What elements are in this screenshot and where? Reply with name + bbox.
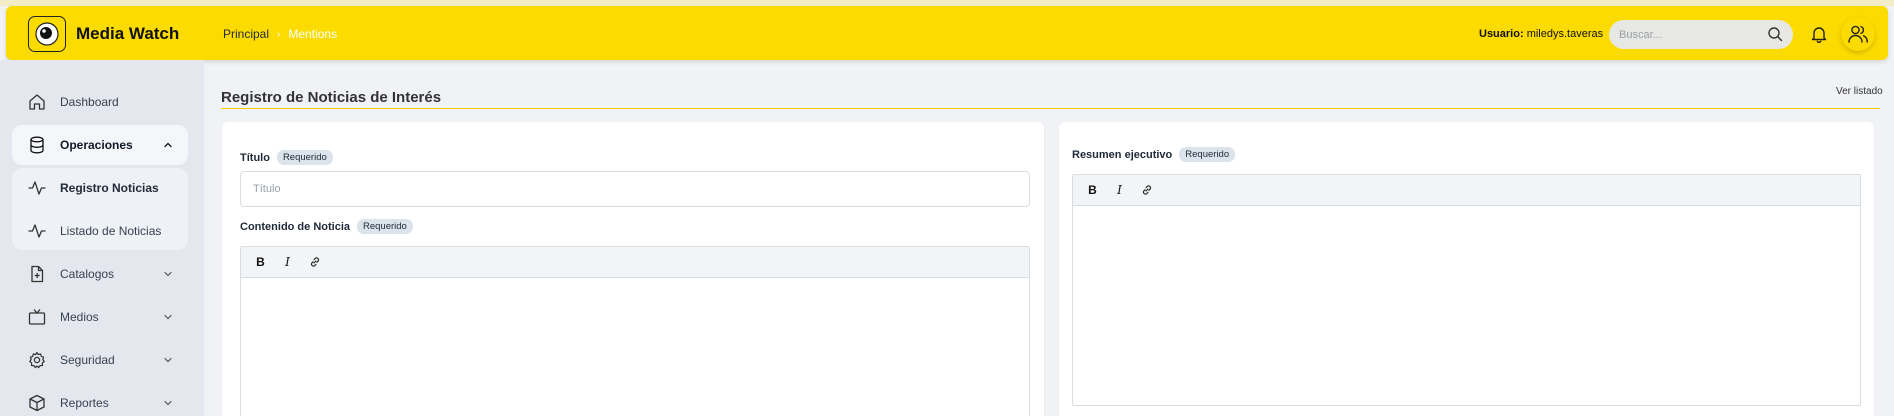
user-info: Usuario: miledys.taveras bbox=[1479, 28, 1603, 40]
sidebar-item-operaciones[interactable]: Operaciones bbox=[12, 125, 188, 165]
sidebar-item-reportes[interactable]: Reportes bbox=[12, 383, 188, 416]
sidebar-item-listado-noticias[interactable]: Listado de Noticias bbox=[12, 211, 188, 251]
chevron-right-icon: › bbox=[277, 28, 281, 40]
activity-icon bbox=[28, 181, 46, 195]
content-editor: B I bbox=[240, 246, 1030, 416]
chevron-down-icon bbox=[164, 357, 172, 363]
link-button[interactable] bbox=[303, 251, 326, 274]
chevron-down-icon bbox=[164, 400, 172, 406]
link-icon bbox=[310, 257, 319, 267]
breadcrumb: Principal › Mentions bbox=[223, 27, 337, 41]
required-badge: Requerido bbox=[357, 219, 413, 234]
sidebar: Dashboard Operaciones Registro Noticias … bbox=[0, 60, 204, 416]
sidebar-item-label: Listado de Noticias bbox=[60, 224, 162, 238]
search-input[interactable] bbox=[1619, 26, 1759, 44]
title-input[interactable] bbox=[240, 171, 1030, 207]
italic-button[interactable]: I bbox=[1108, 179, 1131, 202]
content-editor-body[interactable] bbox=[241, 278, 1029, 416]
search-box bbox=[1609, 20, 1793, 49]
link-button[interactable] bbox=[1135, 179, 1158, 202]
app-logo[interactable] bbox=[28, 16, 66, 52]
title-field-label: Título Requerido bbox=[240, 150, 333, 165]
title-divider bbox=[221, 108, 1880, 109]
summary-editor-body[interactable] bbox=[1073, 206, 1860, 405]
user-label: Usuario: bbox=[1479, 28, 1524, 40]
content-field-label: Contenido de Noticia Requerido bbox=[240, 219, 413, 234]
required-badge: Requerido bbox=[276, 150, 333, 165]
sidebar-item-label: Operaciones bbox=[60, 138, 133, 152]
file-plus-icon bbox=[31, 265, 44, 283]
ver-listado-link[interactable]: Ver listado bbox=[1836, 86, 1883, 97]
chevron-down-icon bbox=[164, 314, 172, 320]
sidebar-item-label: Medios bbox=[60, 310, 99, 324]
eye-logo-icon bbox=[35, 22, 59, 46]
summary-field-label: Resumen ejecutivo Requerido bbox=[1072, 147, 1236, 162]
breadcrumb-home[interactable]: Principal bbox=[223, 27, 269, 41]
bell-icon[interactable] bbox=[1809, 24, 1829, 44]
box-icon bbox=[29, 394, 45, 412]
sidebar-item-seguridad[interactable]: Seguridad bbox=[12, 340, 188, 380]
tv-icon bbox=[28, 309, 46, 325]
content-label: Contenido de Noticia bbox=[240, 220, 350, 233]
summary-label: Resumen ejecutivo bbox=[1072, 148, 1173, 161]
news-content-card: Título Requerido Contenido de Noticia Re… bbox=[222, 122, 1044, 416]
sidebar-item-label: Reportes bbox=[60, 396, 109, 410]
gear-icon bbox=[29, 351, 45, 369]
activity-icon bbox=[28, 224, 46, 238]
sidebar-item-label: Dashboard bbox=[60, 95, 119, 109]
home-icon bbox=[29, 94, 45, 110]
editor-toolbar: B I bbox=[1073, 175, 1860, 206]
database-icon bbox=[30, 136, 44, 154]
link-icon bbox=[1142, 185, 1151, 195]
chevron-up-icon bbox=[164, 142, 172, 148]
sidebar-item-label: Seguridad bbox=[60, 353, 115, 367]
italic-button[interactable]: I bbox=[276, 251, 299, 274]
user-name: miledys.taveras bbox=[1526, 28, 1604, 40]
top-header: Media Watch Principal › Mentions Usuario… bbox=[6, 6, 1888, 60]
sidebar-item-catalogos[interactable]: Catalogos bbox=[12, 254, 188, 294]
users-menu-button[interactable] bbox=[1841, 17, 1875, 51]
app-title: Media Watch bbox=[76, 24, 180, 43]
sidebar-item-registro-noticias[interactable]: Registro Noticias bbox=[12, 168, 188, 208]
required-badge: Requerido bbox=[1179, 147, 1236, 162]
sidebar-item-label: Registro Noticias bbox=[60, 181, 159, 195]
sidebar-item-label: Catalogos bbox=[60, 267, 115, 281]
title-label: Título bbox=[240, 151, 270, 164]
page-title: Registro de Noticias de Interés bbox=[221, 89, 442, 106]
users-icon bbox=[1848, 25, 1868, 43]
sidebar-item-medios[interactable]: Medios bbox=[12, 297, 188, 337]
bold-button[interactable]: B bbox=[1081, 179, 1104, 202]
editor-toolbar: B I bbox=[241, 247, 1029, 278]
breadcrumb-current: Mentions bbox=[288, 27, 338, 41]
search-icon[interactable] bbox=[1767, 26, 1783, 42]
chevron-down-icon bbox=[164, 271, 172, 277]
summary-editor: B I bbox=[1072, 174, 1861, 406]
summary-card: Resumen ejecutivo Requerido B I bbox=[1059, 122, 1874, 416]
sidebar-item-dashboard[interactable]: Dashboard bbox=[12, 82, 188, 122]
bold-button[interactable]: B bbox=[249, 251, 272, 274]
